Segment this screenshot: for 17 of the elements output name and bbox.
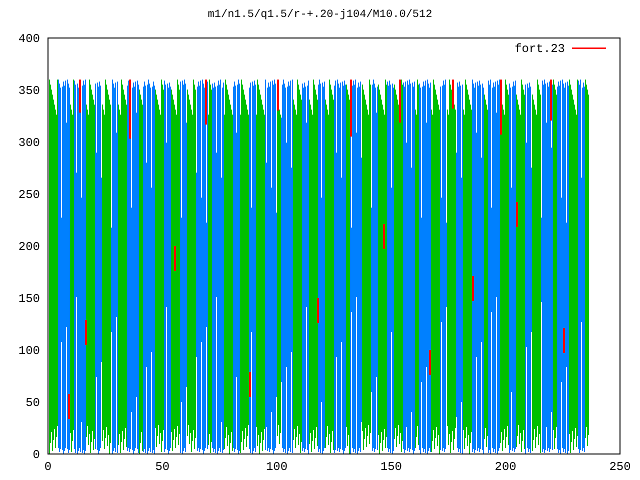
x-tick-label: 200 — [494, 460, 516, 474]
x-tick-label: 0 — [44, 460, 52, 474]
y-tick-label: 50 — [26, 396, 40, 410]
x-tick-label: 250 — [609, 460, 631, 474]
y-tick-label: 250 — [18, 188, 40, 202]
y-tick-label: 150 — [18, 292, 40, 306]
y-tick-label: 200 — [18, 240, 40, 254]
x-tick-label: 150 — [380, 460, 402, 474]
y-tick-label: 100 — [18, 344, 40, 358]
legend-label: fort.23 — [514, 42, 565, 56]
y-tick-label: 0 — [32, 448, 40, 462]
chart-title: m1/n1.5/q1.5/r-+.20-j104/M10.0/512 — [208, 8, 432, 23]
x-tick-label: 50 — [155, 460, 170, 474]
y-tick-label: 300 — [18, 136, 40, 150]
y-tick-label: 400 — [18, 32, 40, 46]
x-tick-label: 100 — [266, 460, 288, 474]
y-tick-label: 350 — [18, 84, 40, 98]
